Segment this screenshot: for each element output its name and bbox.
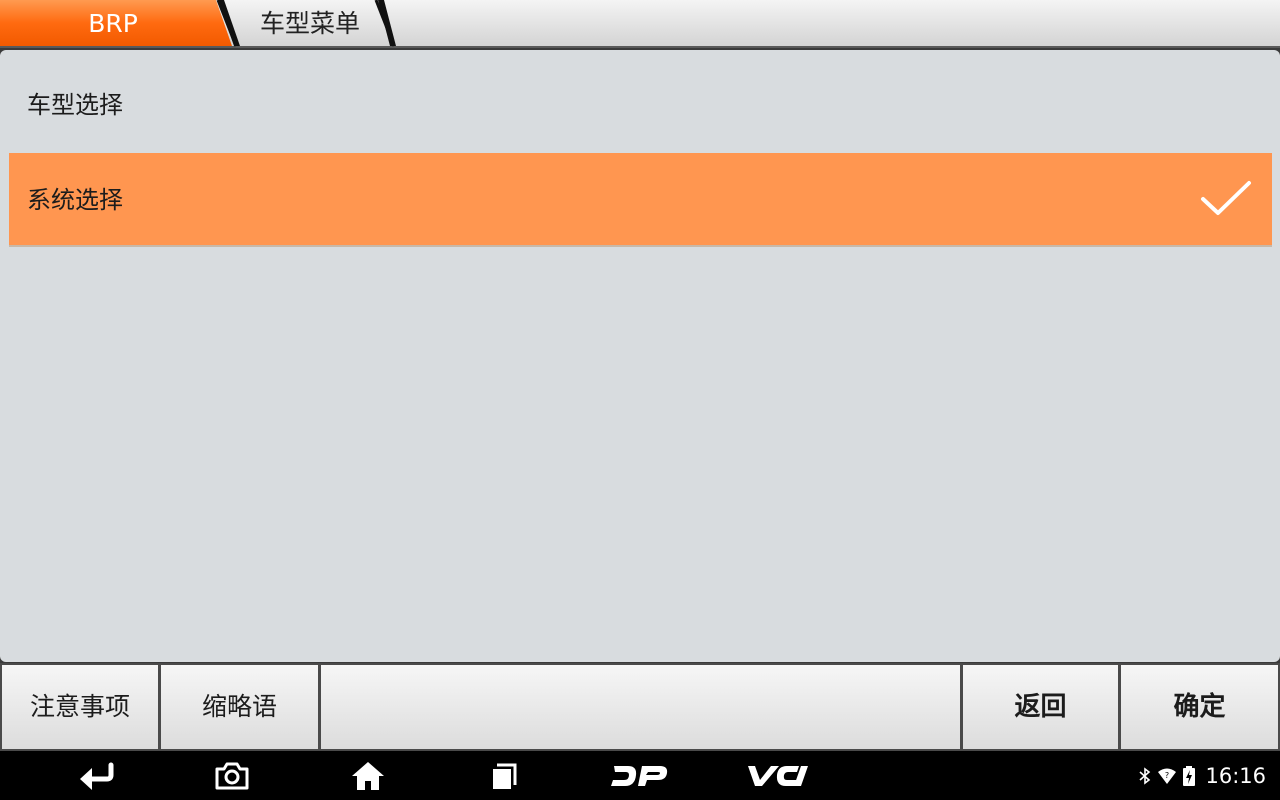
clock: 16:16 xyxy=(1205,763,1266,788)
bluetooth-icon xyxy=(1139,766,1151,785)
menu-panel: 车型选择 系统选择 xyxy=(0,50,1280,662)
back-button[interactable]: 返回 xyxy=(963,665,1118,749)
abbreviations-button[interactable]: 缩略语 xyxy=(161,665,318,749)
breadcrumb: BRP 车型菜单 xyxy=(0,0,1280,48)
dp-button[interactable] xyxy=(608,758,672,794)
dp-logo-icon xyxy=(611,766,668,786)
list-item-label: 车型选择 xyxy=(27,91,123,119)
notice-button[interactable]: 注意事项 xyxy=(2,665,158,749)
list-item-system-selection[interactable]: 系统选择 xyxy=(9,153,1272,247)
camera-icon[interactable] xyxy=(210,758,254,794)
vci-logo-icon xyxy=(748,766,808,786)
app-window: BRP 车型菜单 车型选择 系统选择 注意事项 缩略语 返回 确定 ? 16:1… xyxy=(0,0,1280,800)
list-item-vehicle-selection[interactable]: 车型选择 xyxy=(9,58,1272,152)
button-bar-spacer xyxy=(321,665,960,749)
recent-apps-icon[interactable] xyxy=(482,758,526,794)
battery-icon xyxy=(1183,765,1196,786)
wifi-icon: ? xyxy=(1158,768,1177,784)
checkmark-icon xyxy=(1201,181,1251,215)
home-icon[interactable] xyxy=(346,758,390,794)
status-area: ? 16:16 xyxy=(1139,751,1266,800)
list-item-label: 系统选择 xyxy=(27,186,123,214)
svg-text:?: ? xyxy=(1165,771,1169,780)
system-navigation-bar: ? 16:16 xyxy=(0,751,1280,800)
back-icon[interactable] xyxy=(75,758,119,794)
vci-button[interactable] xyxy=(742,758,812,794)
breadcrumb-root[interactable]: BRP xyxy=(0,0,238,48)
breadcrumb-current[interactable]: 车型菜单 xyxy=(238,0,390,48)
button-bar: 注意事项 缩略语 返回 确定 xyxy=(0,663,1280,751)
confirm-button[interactable]: 确定 xyxy=(1121,665,1278,749)
